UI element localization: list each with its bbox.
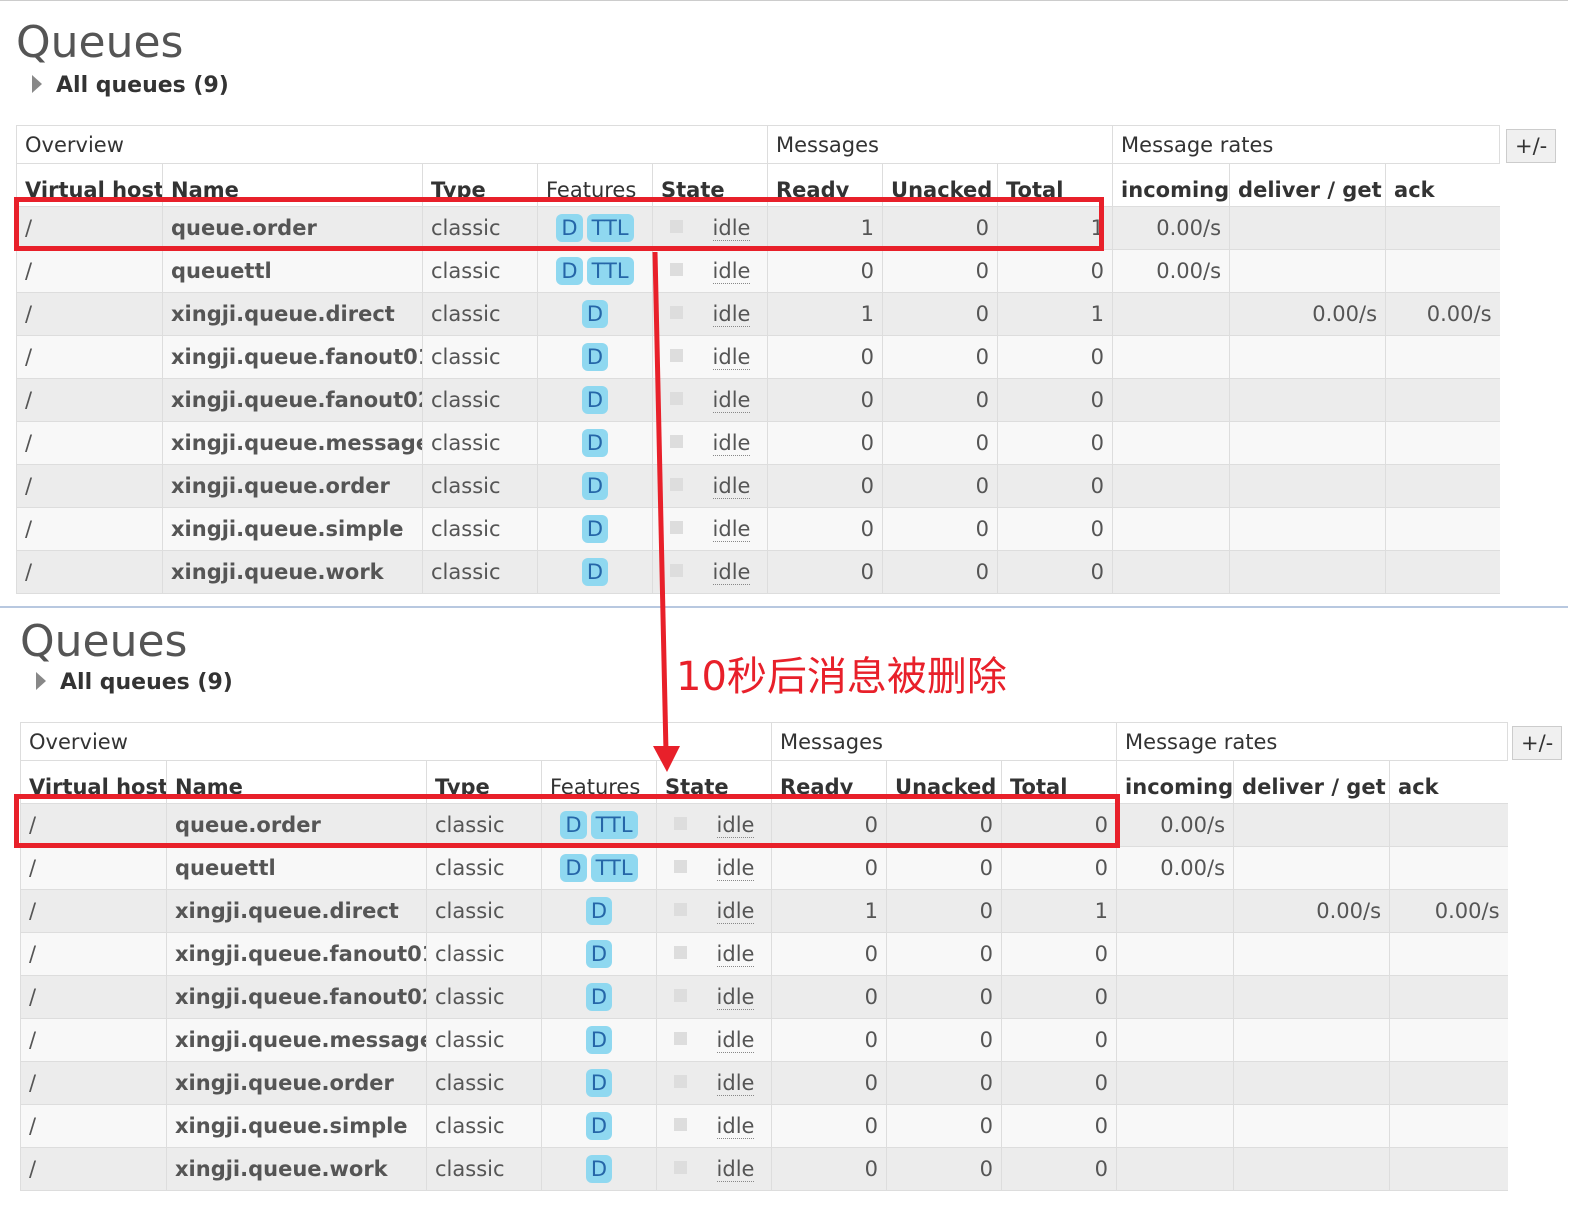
annotation-arrow (652, 251, 680, 772)
arrow-shaft (652, 251, 669, 753)
annotation-text: 10秒后消息被删除 (676, 654, 1007, 700)
arrow-head-icon (653, 746, 680, 772)
